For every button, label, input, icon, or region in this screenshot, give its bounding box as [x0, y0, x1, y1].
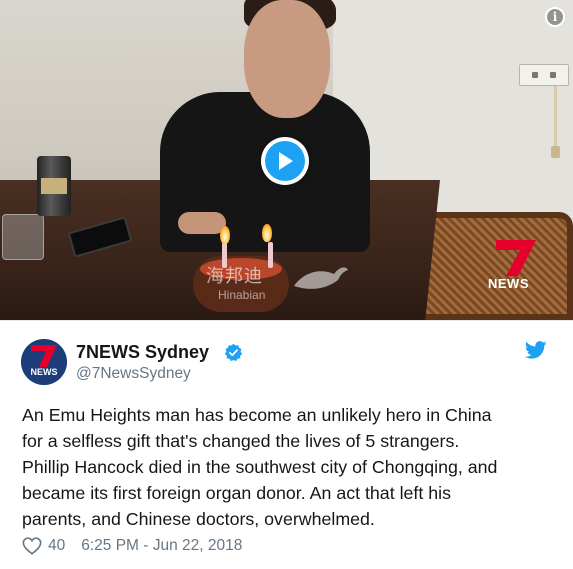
- twitter-bird-icon[interactable]: [525, 341, 547, 359]
- watermark-bird-icon: [294, 267, 348, 289]
- tweet-text-line: An Emu Heights man has become an unlikel…: [22, 405, 492, 425]
- user-handle[interactable]: @7NewsSydney: [76, 365, 191, 383]
- tweet-video-media[interactable]: 海邦迪 Hinabian NEWS i: [0, 0, 573, 320]
- power-outlet: [519, 64, 569, 86]
- like-count[interactable]: 40: [48, 537, 65, 555]
- info-icon[interactable]: i: [545, 7, 565, 27]
- news-logo-text: NEWS: [488, 276, 529, 291]
- display-name[interactable]: 7NEWS Sydney: [76, 342, 209, 363]
- play-icon: [279, 152, 293, 170]
- plug: [551, 146, 560, 158]
- heart-icon[interactable]: [22, 537, 42, 555]
- play-button[interactable]: [261, 137, 309, 185]
- person-hand: [178, 212, 226, 234]
- candle-flame: [262, 224, 272, 242]
- verified-badge-icon: [224, 343, 243, 362]
- person-head: [244, 0, 330, 118]
- seven-logo-icon: [496, 240, 536, 276]
- avatar-news-label: NEWS: [31, 367, 58, 377]
- avatar[interactable]: NEWS: [21, 339, 67, 385]
- seven-news-avatar-icon: NEWS: [21, 339, 67, 385]
- candle: [268, 242, 273, 268]
- watermark-subtext: Hinabian: [218, 288, 266, 302]
- tweet-text-line: parents, and Chinese doctors, overwhelme…: [22, 509, 375, 529]
- glass: [2, 214, 44, 260]
- tweet-text-line: Phillip Hancock died in the southwest ci…: [22, 457, 498, 477]
- divider: [0, 320, 573, 321]
- tweet-timestamp[interactable]: 6:25 PM - Jun 22, 2018: [81, 537, 242, 555]
- beer-can: [37, 156, 71, 216]
- cable: [554, 86, 557, 152]
- tweet-text-line: for a selfless gift that's changed the l…: [22, 431, 460, 451]
- candle-flame: [220, 226, 230, 244]
- tweet-footer: 40 6:25 PM - Jun 22, 2018: [22, 536, 242, 556]
- tweet-text: An Emu Heights man has become an unlikel…: [22, 402, 552, 532]
- tweet-text-line: became its first foreign organ donor. An…: [22, 483, 451, 503]
- watermark-text: 海邦迪: [206, 266, 263, 287]
